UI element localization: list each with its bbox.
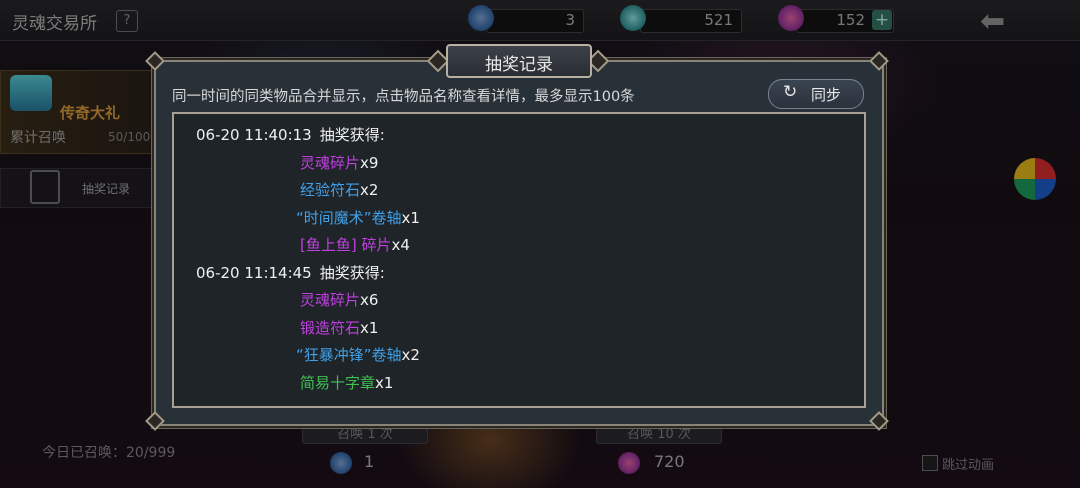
record-item-quantity: x1 bbox=[375, 373, 394, 392]
record-item-quantity: x9 bbox=[360, 153, 379, 172]
record-item-quantity: x4 bbox=[391, 236, 410, 254]
record-item-name-link[interactable]: 经验符石 bbox=[300, 181, 360, 199]
record-label: 抽奖获得: bbox=[319, 126, 385, 144]
record-item-quantity: x2 bbox=[360, 181, 379, 199]
record-item-name-link[interactable]: 灵魂碎片 bbox=[300, 291, 360, 309]
refresh-icon: ↻ bbox=[783, 82, 798, 102]
record-item-name-link[interactable]: “时间魔术”卷轴 bbox=[296, 209, 402, 227]
record-item-name-link[interactable]: 简易十字章 bbox=[300, 374, 375, 392]
record-entry-header: 06-20 11:14:45 抽奖获得: bbox=[196, 262, 385, 283]
record-item: 灵魂碎片x9 bbox=[300, 152, 378, 173]
notice-text: 同一时间的同类物品合并显示，点击物品名称查看详情，最多显示100条 bbox=[172, 89, 635, 105]
record-timestamp: 06-20 11:14:45 bbox=[196, 263, 312, 282]
record-item-quantity: x1 bbox=[401, 208, 420, 227]
record-list[interactable]: 06-20 11:40:13 抽奖获得: 灵魂碎片x9 经验符石x2 “时间魔术”卷轴x… bbox=[172, 112, 866, 408]
record-item: [鱼上鱼] 碎片x4 bbox=[300, 234, 410, 255]
record-item-name-link[interactable]: “狂暴冲锋”卷轴 bbox=[296, 346, 402, 364]
dialog-title: 抽奖记录 bbox=[485, 55, 553, 75]
record-item: 锻造符石x1 bbox=[300, 317, 378, 338]
record-item-quantity: x6 bbox=[360, 291, 379, 309]
record-item-name-link[interactable]: [鱼上鱼] 碎片 bbox=[300, 236, 391, 254]
record-item-quantity: x2 bbox=[401, 346, 420, 364]
record-item: “狂暴冲锋”卷轴x2 bbox=[296, 344, 420, 365]
record-item: 简易十字章x1 bbox=[300, 372, 393, 393]
record-timestamp: 06-20 11:40:13 bbox=[196, 126, 312, 144]
record-item: 灵魂碎片x6 bbox=[300, 289, 378, 310]
record-label: 抽奖获得: bbox=[319, 263, 385, 282]
dialog-title-plate: 抽奖记录 bbox=[446, 44, 592, 78]
record-item-quantity: x1 bbox=[360, 318, 379, 337]
record-item: “时间魔术”卷轴x1 bbox=[296, 207, 420, 228]
sync-button[interactable]: ↻ 同步 bbox=[768, 79, 864, 109]
record-item-name-link[interactable]: 灵魂碎片 bbox=[300, 154, 360, 172]
record-item-name-link[interactable]: 锻造符石 bbox=[300, 319, 360, 337]
record-entry-header: 06-20 11:40:13 抽奖获得: bbox=[196, 124, 385, 145]
sync-button-label: 同步 bbox=[811, 86, 842, 104]
record-item: 经验符石x2 bbox=[300, 179, 378, 200]
